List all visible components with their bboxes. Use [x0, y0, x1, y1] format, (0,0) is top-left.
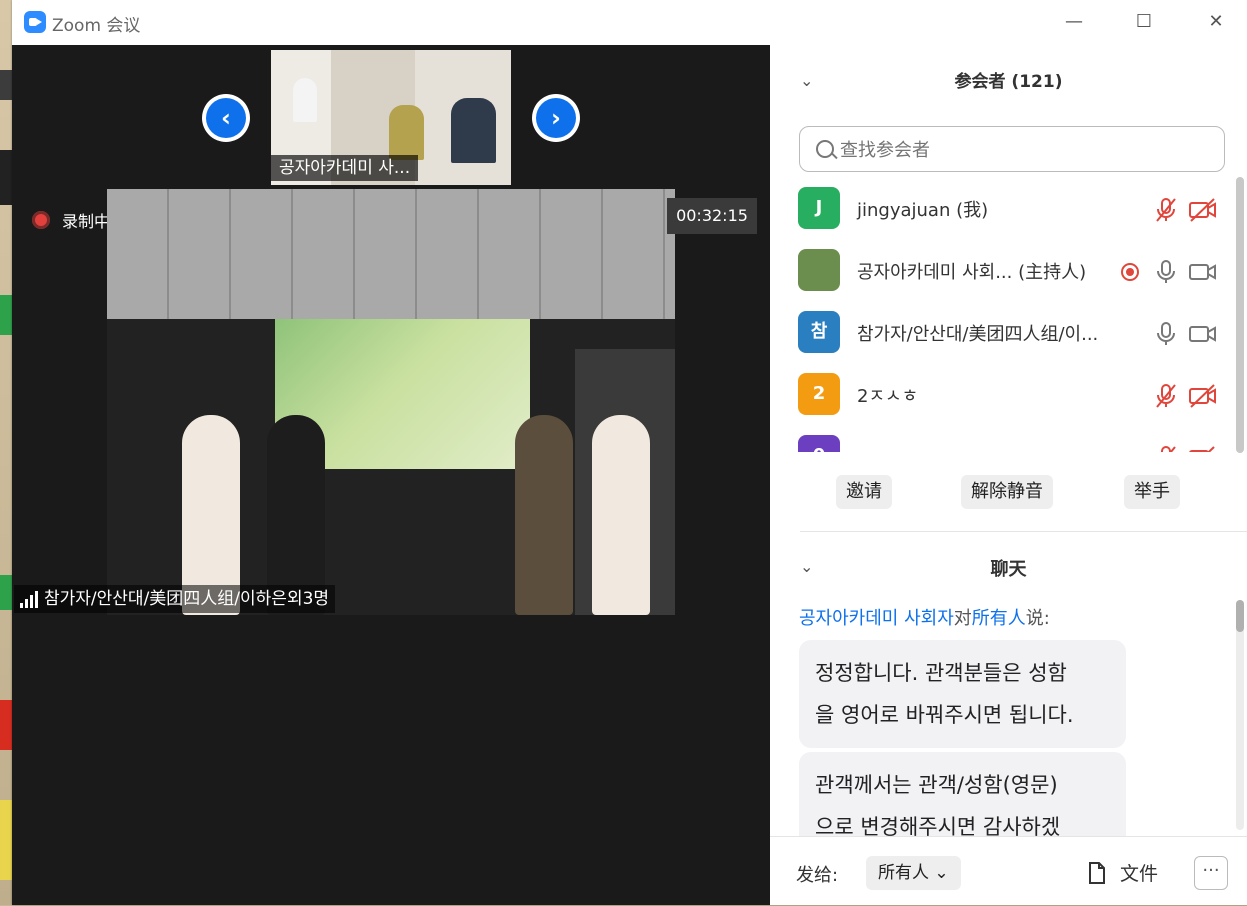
video-off-icon[interactable] [1188, 383, 1218, 409]
avatar: J [798, 187, 840, 229]
chat-scrollbar-thumb[interactable] [1236, 600, 1244, 632]
avatar: 0 [798, 435, 840, 452]
thumbnail-figure [451, 98, 496, 163]
participants-header: 参会者 (121) [954, 72, 1063, 92]
thumbnail-label: 공자아카데미 사... [271, 155, 419, 181]
chat-footer: 发给: 所有人 ⌄ 文件 ··· [770, 836, 1247, 906]
participant-row[interactable]: 2 2ㅈㅅㅎ [770, 373, 1247, 435]
chevron-down-icon: ⌄ [934, 863, 949, 883]
desktop-background [0, 0, 12, 905]
chat-message: 정정합니다. 관객분들은 성함 을 영어로 바꿔주시면 됩니다. [799, 640, 1126, 748]
invite-button[interactable]: 邀请 [836, 475, 892, 509]
participant-name: jingyajuan (我) [857, 200, 989, 221]
chat-message-line: 관객께서는 관객/성함(영문) [815, 773, 1058, 797]
chevron-right-icon: › [536, 98, 576, 138]
participant-name: 참가자/안산대/美团四人组/이... [857, 324, 1099, 345]
participant-search[interactable] [799, 126, 1225, 173]
video-off-icon[interactable] [1188, 197, 1218, 223]
raise-hand-button[interactable]: 举手 [1124, 475, 1180, 509]
window-title: Zoom 会议 [52, 16, 141, 36]
section-divider [800, 531, 1247, 532]
participant-row[interactable]: J jingyajuan (我) [770, 187, 1247, 249]
zoom-window: Zoom 会议 — ☐ ✕ ‹ 공자아카데미 사... › 录制中 00:32:… [12, 0, 1247, 905]
chat-message-line: 을 영어로 바꿔주시면 됩니다. [815, 703, 1074, 727]
next-page-button[interactable]: › [532, 94, 580, 142]
send-to-label: 发给: [796, 865, 839, 886]
video-person [592, 415, 650, 615]
file-button[interactable]: 文件 [1088, 859, 1158, 886]
chat-messages: 공자아카데미 사회자对所有人说: 정정합니다. 관객분들은 성함 을 영어로 바… [770, 600, 1247, 836]
side-panel: ⌄ 参会者 (121) J jingyajuan (我) 공자아카데미 사회..… [770, 45, 1247, 905]
speaker-name: 참가자/안산대/美团四人组/이하은외3명 [44, 589, 330, 609]
signal-strength-icon [20, 590, 38, 608]
chat-message-line: 정정합니다. 관객분들은 성함 [815, 661, 1067, 685]
video-area: ‹ 공자아카데미 사... › 录制中 00:32:15 참가자/안산대/美团四… [12, 45, 770, 905]
participant-list: J jingyajuan (我) 공자아카데미 사회... (主持人) 참 참가… [770, 182, 1247, 452]
participant-search-input[interactable] [838, 127, 1212, 173]
chat-sender[interactable]: 공자아카데미 사회자 [799, 608, 954, 629]
chat-scrollbar-track[interactable] [1236, 600, 1244, 830]
zoom-logo-icon [24, 11, 46, 33]
mic-icon[interactable] [1154, 259, 1178, 285]
chat-recipient[interactable]: 所有人 [972, 608, 1026, 629]
video-icon[interactable] [1188, 321, 1218, 347]
recording-dot-icon [1121, 263, 1139, 281]
speaker-name-label: 참가자/안산대/美团四人组/이하은외3명 [14, 585, 336, 613]
recording-indicator: 录制中 [32, 208, 110, 232]
avatar: 2 [798, 373, 840, 415]
title-bar: Zoom 会议 — ☐ ✕ [12, 0, 1247, 45]
thumbnail-figure [293, 78, 317, 122]
main-video[interactable] [107, 189, 675, 615]
video-person [515, 415, 573, 615]
participant-row[interactable]: 참 참가자/안산대/美团四人组/이... [770, 311, 1247, 373]
send-to-value: 所有人 [878, 863, 929, 883]
participant-name: 2ㅈㅅㅎ [857, 386, 919, 407]
close-button[interactable]: ✕ [1200, 8, 1232, 36]
chat-said: 说: [1025, 608, 1050, 629]
avatar [798, 249, 840, 291]
unmute-all-button[interactable]: 解除静音 [961, 475, 1053, 509]
mic-muted-icon[interactable] [1154, 197, 1178, 223]
thumbnail-figure [389, 105, 424, 160]
send-to-select[interactable]: 所有人 ⌄ [866, 856, 961, 890]
mic-muted-icon[interactable] [1154, 445, 1178, 452]
chat-header: 聊天 [990, 559, 1027, 580]
participant-row[interactable]: 공자아카데미 사회... (主持人) [770, 249, 1247, 311]
thumbnail-video[interactable]: 공자아카데미 사... [271, 50, 511, 185]
recording-label: 录制中 [62, 212, 111, 231]
maximize-button[interactable]: ☐ [1128, 8, 1160, 36]
participant-list-scrollbar[interactable] [1236, 177, 1244, 453]
mic-muted-icon[interactable] [1154, 383, 1178, 409]
meeting-timer: 00:32:15 [667, 198, 757, 234]
participant-name: 공자아카데미 사회... (主持人) [857, 262, 1087, 283]
more-options-button[interactable]: ··· [1194, 856, 1228, 890]
video-icon[interactable] [1188, 259, 1218, 285]
video-ceiling [107, 189, 675, 319]
file-label: 文件 [1120, 863, 1159, 885]
chat-message-line: 으로 변경해주시면 감사하겠 [815, 815, 1061, 836]
record-icon [32, 211, 50, 229]
chevron-left-icon: ‹ [206, 98, 246, 138]
chat-sender-line: 공자아카데미 사회자对所有人说: [799, 604, 1050, 630]
mic-icon[interactable] [1154, 321, 1178, 347]
file-icon [1089, 861, 1105, 884]
participant-row[interactable]: 0 [770, 435, 1247, 452]
minimize-button[interactable]: — [1058, 8, 1090, 36]
prev-page-button[interactable]: ‹ [202, 94, 250, 142]
video-off-icon[interactable] [1188, 445, 1218, 452]
avatar: 참 [798, 311, 840, 353]
chat-to-word: 对 [953, 608, 972, 629]
search-icon [816, 140, 834, 158]
chat-message: 관객께서는 관객/성함(영문) 으로 변경해주시면 감사하겠 [799, 752, 1126, 836]
